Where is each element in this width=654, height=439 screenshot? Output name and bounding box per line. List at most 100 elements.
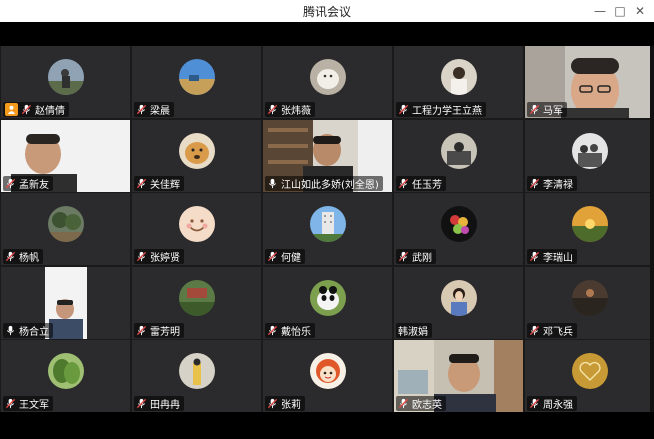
participant-name-label: 张莉 [265, 396, 305, 411]
mic-muted-icon [21, 104, 32, 115]
participant-name: 赵倩倩 [35, 106, 65, 117]
participant-name: 孟新友 [19, 179, 49, 191]
participant-avatar [178, 353, 215, 389]
participant-name: 周永强 [543, 400, 573, 411]
mic-muted-icon [398, 251, 409, 262]
participant-name: 梁晨 [150, 106, 170, 117]
mic-muted-icon [529, 325, 540, 335]
participant-name-label: 戴怡乐 [265, 322, 315, 338]
participant-tile[interactable]: 张婷贤 [132, 193, 261, 265]
participant-name: 张炜薇 [281, 106, 311, 117]
participant-name-label: 周永强 [527, 396, 577, 411]
participant-tile[interactable]: 梁晨 [132, 46, 261, 118]
participant-name-label: 马军 [527, 102, 567, 117]
mic-muted-icon [136, 398, 147, 409]
participant-tile[interactable]: 马军 [525, 46, 654, 118]
participant-avatar [309, 279, 346, 316]
participant-name-label: 工程力学王立燕 [396, 102, 486, 117]
participant-tile[interactable]: 戴怡乐 [263, 266, 392, 339]
close-button[interactable]: ✕ [630, 0, 650, 22]
grid-scrollbar[interactable] [650, 46, 654, 412]
participant-avatar [571, 206, 608, 242]
participant-tile[interactable]: 雷芳明 [132, 266, 261, 339]
participant-name: 王文军 [19, 400, 49, 411]
participant-name-label: 何健 [265, 249, 305, 264]
participant-tile[interactable]: 武刚 [394, 193, 523, 265]
participant-tile[interactable]: 李瑞山 [525, 193, 654, 265]
mic-muted-icon [136, 325, 147, 335]
mic-icon [268, 178, 277, 188]
participant-name: 工程力学王立燕 [412, 106, 482, 117]
participant-name-label: 杨帆 [3, 249, 43, 264]
participant-name-label: 关佳辉 [134, 175, 184, 191]
participant-name-label: 赵倩倩 [3, 102, 69, 117]
participant-tile[interactable]: 李清禄 [525, 119, 654, 192]
participant-tile[interactable]: 周永强 [525, 340, 654, 412]
maximize-button[interactable]: □ [610, 0, 630, 22]
participant-avatar [309, 353, 346, 389]
participant-tile[interactable]: 邓飞兵 [525, 266, 654, 339]
participant-name: 戴怡乐 [281, 326, 311, 338]
participant-tile[interactable]: 杨合立 [1, 266, 130, 339]
participant-name: 韩淑娟 [398, 326, 428, 338]
window-title: 腾讯会议 [302, 4, 351, 19]
participant-tile[interactable]: 赵倩倩 [1, 46, 130, 118]
participant-name-label: 韩淑娟 [396, 322, 432, 338]
participant-tile[interactable]: 王文军 [1, 340, 130, 412]
mic-muted-icon [267, 104, 278, 115]
mic-muted-icon [529, 251, 540, 262]
participant-tile[interactable]: 韩淑娟 [394, 266, 523, 339]
participant-tile[interactable]: 张炜薇 [263, 46, 392, 118]
title-bar: 腾讯会议 — □ ✕ [0, 0, 654, 22]
participant-name: 江山如此多娇(刘全恩) [281, 179, 379, 191]
participant-tile[interactable]: 工程力学王立燕 [394, 46, 523, 118]
participant-name: 张莉 [281, 400, 301, 411]
participant-avatar [571, 132, 608, 169]
participant-tile[interactable]: 田冉冉 [132, 340, 261, 412]
participant-tile[interactable]: 张莉 [263, 340, 392, 412]
participant-avatar [440, 59, 477, 95]
participant-tile[interactable]: 孟新友 [1, 119, 130, 192]
participant-tile[interactable]: 杨帆 [1, 193, 130, 265]
participant-tile[interactable]: 何健 [263, 193, 392, 265]
participant-name-label: 雷芳明 [134, 322, 184, 338]
participant-name: 雷芳明 [150, 326, 180, 338]
participant-avatar [440, 279, 477, 316]
minimize-button[interactable]: — [590, 0, 610, 22]
participant-name-label: 江山如此多娇(刘全恩) [265, 175, 383, 191]
mic-muted-icon [267, 251, 278, 262]
participant-name: 张婷贤 [150, 253, 180, 264]
participant-name-label: 李瑞山 [527, 249, 577, 264]
participant-name: 武刚 [412, 253, 432, 264]
mic-muted-icon [5, 251, 16, 262]
participant-avatar [440, 206, 477, 242]
participant-name-label: 张炜薇 [265, 102, 315, 117]
participant-tile[interactable]: 关佳辉 [132, 119, 261, 192]
participant-avatar [178, 206, 215, 242]
participant-name-label: 任玉芳 [396, 175, 446, 191]
participant-avatar [47, 59, 84, 95]
participant-name: 李清禄 [543, 179, 573, 191]
mic-muted-icon [398, 398, 409, 409]
mic-muted-icon [529, 178, 540, 188]
participant-name: 任玉芳 [412, 179, 442, 191]
mic-muted-icon [529, 104, 540, 115]
window-controls: — □ ✕ [590, 0, 650, 22]
mic-muted-icon [136, 178, 147, 188]
mic-muted-icon [267, 325, 278, 335]
participant-grid: 赵倩倩 梁晨 张炜薇 工程力学王立燕 马军孟新友 关佳辉 江山如此多娇(刘全恩) 任玉芳 李清禄… [0, 46, 654, 412]
participant-tile[interactable]: 欧志英 [394, 340, 523, 412]
mic-muted-icon [136, 251, 147, 262]
participant-name-label: 武刚 [396, 249, 436, 264]
meeting-top-bar [0, 22, 654, 46]
mic-icon [6, 325, 15, 335]
participant-tile[interactable]: 任玉芳 [394, 119, 523, 192]
participant-name: 欧志英 [412, 400, 442, 411]
mic-muted-icon [5, 178, 16, 188]
participant-name-label: 欧志英 [396, 396, 446, 411]
meeting-bottom-bar [0, 412, 654, 439]
participant-name: 关佳辉 [150, 179, 180, 191]
participant-tile[interactable]: 江山如此多娇(刘全恩) [263, 119, 392, 192]
participant-name: 何健 [281, 253, 301, 264]
mic-muted-icon [5, 398, 16, 409]
